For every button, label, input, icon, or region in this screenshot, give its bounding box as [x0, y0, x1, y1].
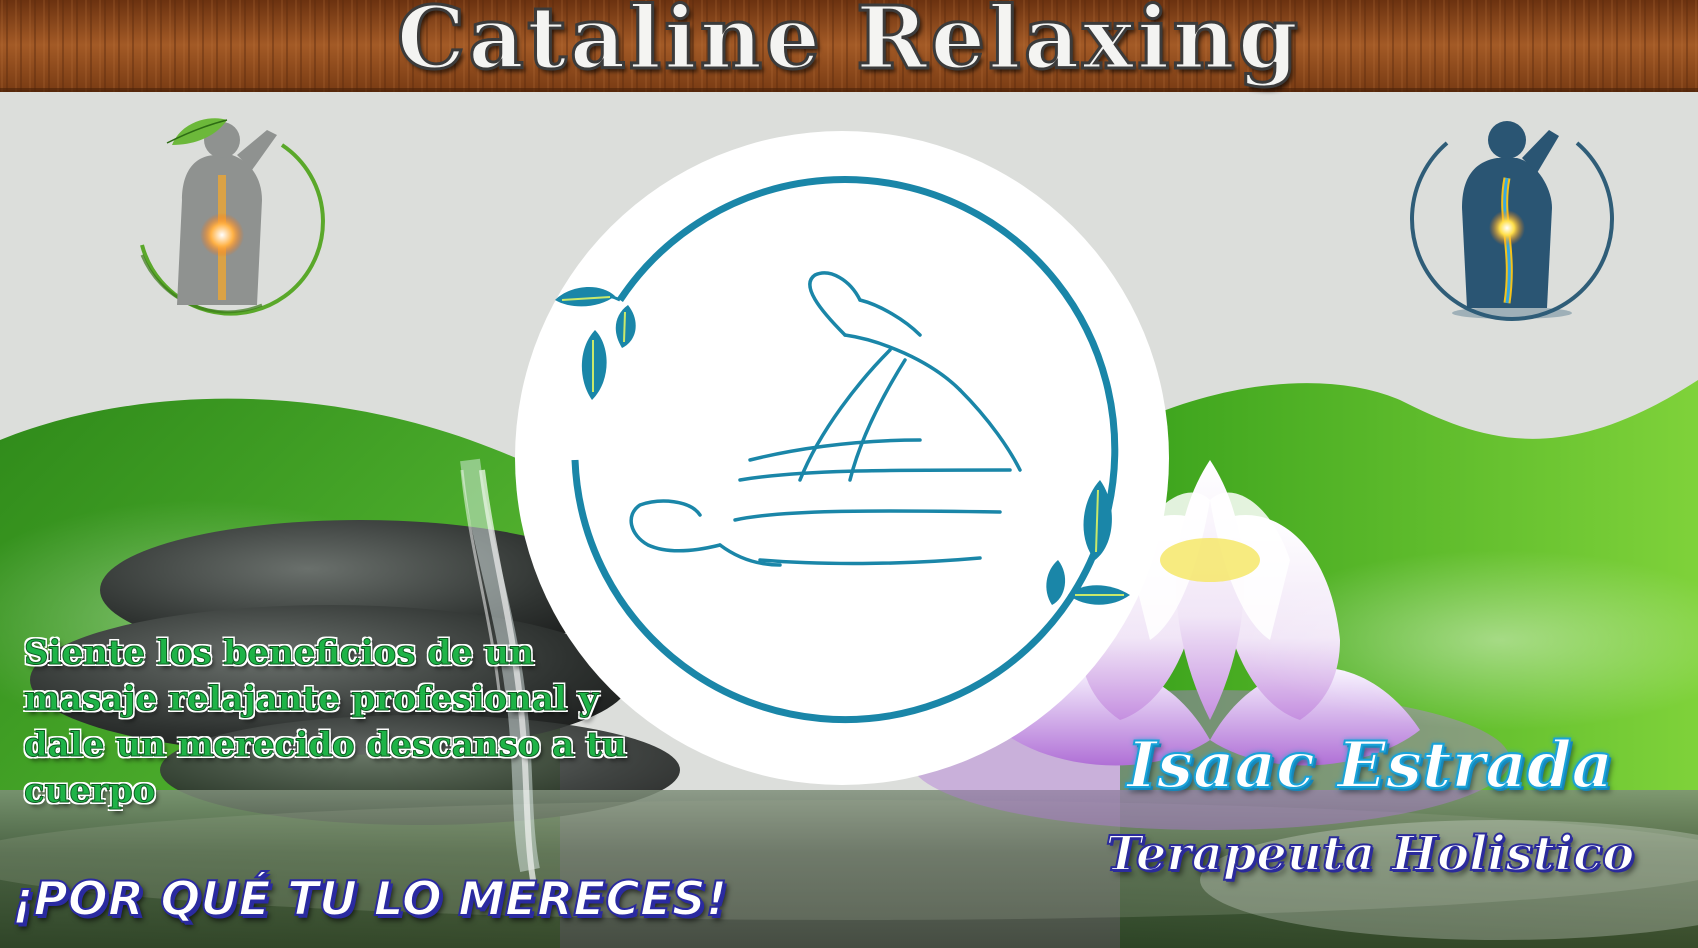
poster: Cataline Relaxing Siente los beneficios … — [0, 0, 1698, 948]
banner-title: Cataline Relaxing — [395, 0, 1302, 91]
therapist-name: Isaac Estrada — [1126, 727, 1614, 804]
slogan: ¡POR QUÉ TU LO MERECES! — [11, 871, 728, 928]
therapist-role: Terapeuta Holistico — [1105, 825, 1636, 883]
promo-text: Siente los beneficios de un masaje relaj… — [24, 633, 627, 812]
